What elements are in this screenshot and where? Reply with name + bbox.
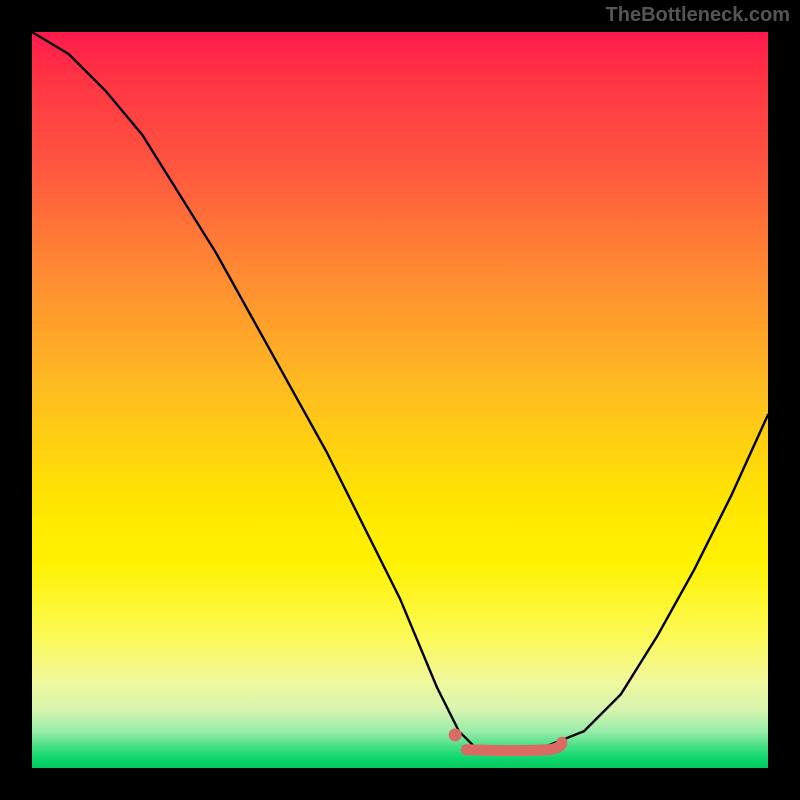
bottleneck-curve <box>32 32 768 753</box>
min-point-dot <box>449 728 462 741</box>
chart-plot-area <box>32 32 768 768</box>
chart-svg <box>32 32 768 768</box>
watermark-text: TheBottleneck.com <box>606 4 790 27</box>
min-region-bar <box>466 742 562 750</box>
